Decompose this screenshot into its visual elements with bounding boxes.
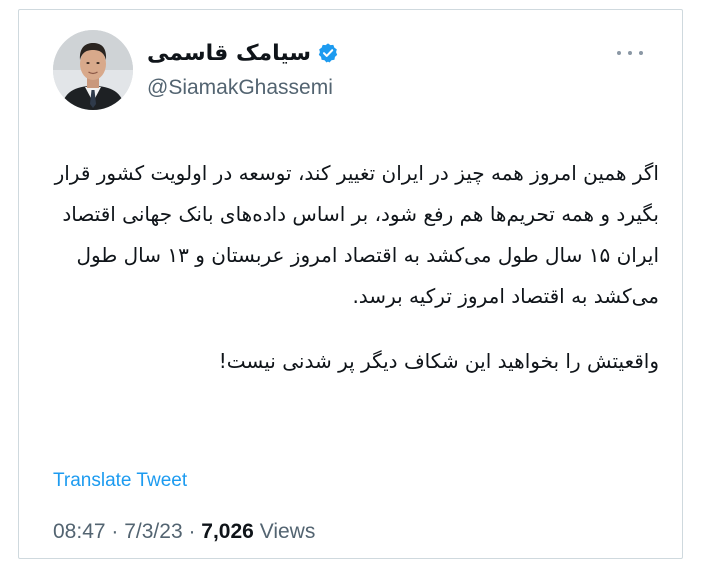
tweet-time[interactable]: 08:47 — [53, 520, 106, 543]
views-count: 7,026 — [201, 520, 254, 543]
dot — [628, 51, 632, 55]
dot — [617, 51, 621, 55]
display-name[interactable]: سیامک قاسمی — [147, 41, 311, 66]
tweet-date[interactable]: 7/3/23 — [124, 520, 182, 543]
avatar[interactable] — [53, 30, 133, 110]
author-name-row[interactable]: سیامک قاسمی — [147, 36, 339, 70]
meta-separator: · — [105, 520, 125, 543]
verified-badge-icon — [317, 42, 339, 64]
meta-separator: · — [182, 520, 202, 543]
author-handle[interactable]: @SiamakGhassemi — [147, 76, 333, 100]
tweet-text: اگر همین امروز همه چیز در ایران تغییر کن… — [53, 153, 659, 382]
more-options-icon[interactable] — [617, 48, 643, 58]
tweet-card: سیامک قاسمی @SiamakGhassemi اگر همین امر… — [18, 9, 683, 559]
tweet-meta: 08:47 · 7/3/23 · 7,026 Views — [53, 520, 315, 544]
views-label: Views — [259, 520, 316, 543]
tweet-paragraph: اگر همین امروز همه چیز در ایران تغییر کن… — [54, 161, 659, 308]
dot — [639, 51, 643, 55]
tweet-paragraph: واقعیتش را بخواهید این شکاف دیگر پر شدنی… — [218, 349, 659, 373]
translate-tweet-link[interactable]: Translate Tweet — [53, 470, 187, 492]
avatar-portrait — [53, 30, 133, 110]
